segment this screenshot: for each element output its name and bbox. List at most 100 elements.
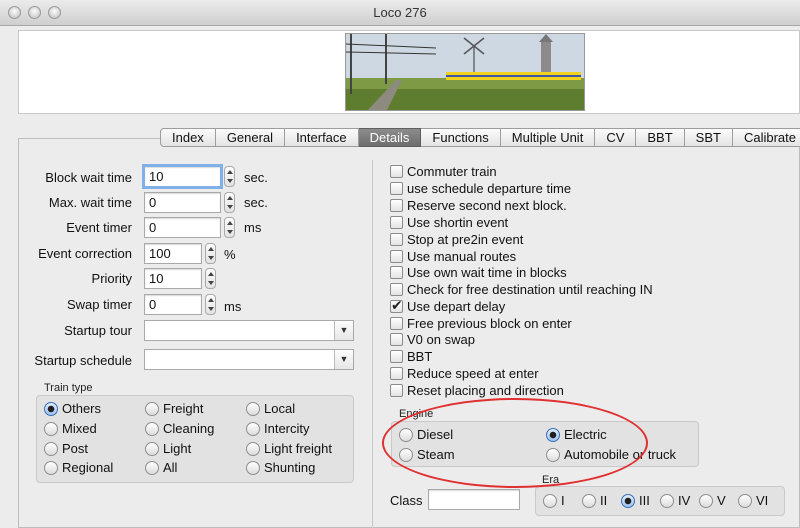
- train-type-light-freight[interactable]: Light freight: [246, 441, 332, 456]
- event-timer-stepper[interactable]: [224, 217, 235, 238]
- era-iv[interactable]: IV: [660, 493, 690, 508]
- checkbox-free-destination[interactable]: Check for free destination until reachin…: [390, 281, 653, 297]
- checkbox-reserve-second-block[interactable]: Reserve second next block.: [390, 197, 567, 213]
- train-type-intercity[interactable]: Intercity: [246, 421, 310, 436]
- radio-label: Steam: [417, 447, 455, 462]
- chevron-down-icon[interactable]: ▼: [334, 350, 353, 369]
- checkbox-shortin-event[interactable]: Use shortin event: [390, 214, 508, 230]
- engine-automobile[interactable]: Automobile or truck: [546, 447, 676, 462]
- era-v[interactable]: V: [699, 493, 726, 508]
- startup-schedule-combo[interactable]: ▼: [144, 349, 354, 370]
- engine-diesel[interactable]: Diesel: [399, 427, 453, 442]
- train-type-shunting[interactable]: Shunting: [246, 460, 315, 475]
- tab-cv[interactable]: CV: [595, 128, 637, 147]
- checkbox-reset-placing[interactable]: Reset placing and direction: [390, 382, 564, 398]
- tab-index[interactable]: Index: [160, 128, 216, 147]
- checkbox-stop-pre2in[interactable]: Stop at pre2in event: [390, 231, 523, 247]
- checkbox-schedule-departure[interactable]: use schedule departure time: [390, 180, 571, 196]
- radio-label: Freight: [163, 401, 204, 416]
- chevron-down-icon[interactable]: ▼: [334, 321, 353, 340]
- checkbox-own-wait-time[interactable]: Use own wait time in blocks: [390, 264, 567, 280]
- tab-details[interactable]: Details: [358, 128, 422, 147]
- tab-sbt[interactable]: SBT: [684, 128, 733, 147]
- block-wait-time-stepper[interactable]: [224, 166, 235, 187]
- loco-dialog-window: Loco 276 Index General Interface Details…: [0, 0, 800, 528]
- engine-steam[interactable]: Steam: [399, 447, 455, 462]
- radio-dot: [399, 427, 413, 442]
- train-type-others[interactable]: Others: [44, 401, 101, 416]
- train-type-post[interactable]: Post: [44, 441, 88, 456]
- checkbox-label: Reserve second next block.: [407, 197, 567, 213]
- checkbox-label: use schedule departure time: [407, 180, 572, 196]
- train-type-title: Train type: [44, 382, 93, 394]
- tab-bbt[interactable]: BBT: [636, 128, 685, 147]
- checkbox-label: Stop at pre2in event: [407, 231, 524, 247]
- train-type-local[interactable]: Local: [246, 401, 295, 416]
- radio-label: Automobile or truck: [564, 447, 676, 462]
- priority-input[interactable]: [144, 268, 202, 289]
- event-timer-input[interactable]: [144, 217, 221, 238]
- swap-timer-label: Swap timer: [66, 297, 132, 312]
- swap-timer-stepper[interactable]: [205, 294, 216, 315]
- radio-label: Light freight: [264, 441, 332, 456]
- tab-calibrate[interactable]: Calibrate: [732, 128, 800, 147]
- radio-label: Light: [163, 441, 192, 456]
- checkbox-label: Commuter train: [407, 163, 497, 179]
- startup-schedule-label: Startup schedule: [34, 353, 132, 368]
- radio-label: Shunting: [264, 460, 316, 475]
- tab-general[interactable]: General: [215, 128, 286, 147]
- block-wait-time-input[interactable]: [142, 164, 223, 189]
- column-divider: [372, 160, 373, 528]
- checkbox-box: [390, 282, 403, 296]
- radio-label: I: [561, 493, 565, 508]
- era-ii[interactable]: II: [582, 493, 607, 508]
- train-type-all[interactable]: All: [145, 460, 177, 475]
- radio-label: V: [717, 493, 726, 508]
- tab-interface[interactable]: Interface: [285, 128, 359, 147]
- checkbox-depart-delay[interactable]: Use depart delay: [390, 297, 505, 314]
- checkbox-reduce-speed[interactable]: Reduce speed at enter: [390, 365, 539, 381]
- radio-dot: [543, 493, 557, 508]
- radio-dot: [621, 493, 635, 508]
- checkbox-label: Use own wait time in blocks: [407, 264, 567, 280]
- train-type-cleaning[interactable]: Cleaning: [145, 421, 214, 436]
- radio-label: Post: [62, 441, 89, 456]
- priority-stepper[interactable]: [205, 268, 216, 289]
- swap-timer-input[interactable]: [144, 294, 202, 315]
- event-correction-input[interactable]: [144, 243, 202, 264]
- window-title: Loco 276: [373, 5, 427, 20]
- max-wait-time-stepper[interactable]: [224, 192, 235, 213]
- radio-dot: [546, 447, 560, 462]
- train-type-mixed[interactable]: Mixed: [44, 421, 97, 436]
- era-iii[interactable]: III: [621, 493, 650, 508]
- checkbox-box: [390, 232, 403, 246]
- radio-label: Mixed: [62, 421, 97, 436]
- radio-dot: [399, 447, 413, 462]
- checkbox-label: Free previous block on enter: [407, 315, 572, 331]
- radio-dot: [582, 493, 596, 508]
- tab-multiple-unit[interactable]: Multiple Unit: [500, 128, 596, 147]
- checkbox-label: V0 on swap: [407, 331, 475, 347]
- train-type-freight[interactable]: Freight: [145, 401, 203, 416]
- train-type-light[interactable]: Light: [145, 441, 191, 456]
- max-wait-time-input[interactable]: [144, 192, 221, 213]
- checkbox-bbt[interactable]: BBT: [390, 348, 432, 364]
- class-input[interactable]: [428, 489, 520, 510]
- radio-dot: [44, 401, 58, 416]
- startup-tour-combo[interactable]: ▼: [144, 320, 354, 341]
- max-wait-time-label: Max. wait time: [48, 195, 132, 210]
- radio-dot: [660, 493, 674, 508]
- tab-functions[interactable]: Functions: [421, 128, 501, 147]
- era-i[interactable]: I: [543, 493, 565, 508]
- engine-electric[interactable]: Electric: [546, 427, 607, 442]
- train-type-regional[interactable]: Regional: [44, 460, 113, 475]
- event-correction-stepper[interactable]: [205, 243, 216, 264]
- checkbox-manual-routes[interactable]: Use manual routes: [390, 248, 516, 264]
- checkbox-label: Reset placing and direction: [407, 382, 564, 398]
- checkbox-v0-on-swap[interactable]: V0 on swap: [390, 331, 475, 347]
- radio-dot: [246, 441, 260, 456]
- era-vi[interactable]: VI: [738, 493, 768, 508]
- checkbox-commuter-train[interactable]: Commuter train: [390, 163, 497, 179]
- checkbox-free-previous-block[interactable]: Free previous block on enter: [390, 315, 572, 331]
- radio-dot: [546, 427, 560, 442]
